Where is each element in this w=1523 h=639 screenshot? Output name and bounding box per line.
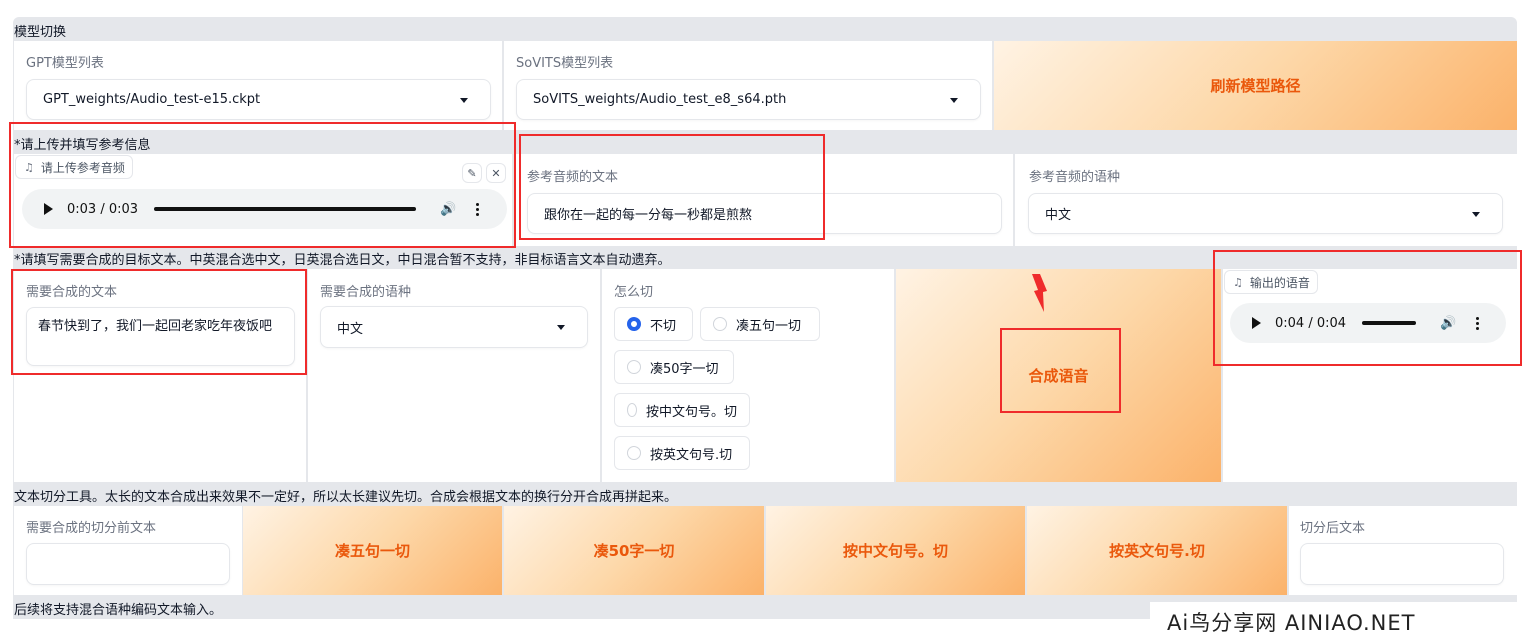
- cut-option-label: 不切: [650, 318, 677, 334]
- split-cn-period-button[interactable]: 按中文句号。切: [766, 506, 1025, 595]
- cut-option-label: 凑50字一切: [650, 361, 719, 377]
- target-lang-label: 需要合成的语种: [320, 285, 412, 300]
- radio-selected-icon: [627, 317, 641, 331]
- target-title: *请填写需要合成的目标文本。中英混合选中文，日英混合选日文，中日混合暂不支持，非…: [14, 253, 671, 268]
- highlight-box-output-audio: [1213, 250, 1522, 366]
- reference-lang-panel: 参考音频的语种 中文: [1015, 154, 1517, 246]
- cut-option-none[interactable]: 不切: [614, 307, 693, 341]
- sovits-model-panel: SoVITS模型列表 SoVITS_weights/Audio_test_e8_…: [504, 41, 992, 130]
- chevron-down-icon: [557, 325, 565, 330]
- split-after-panel: 切分后文本: [1289, 506, 1517, 595]
- sovits-model-dropdown[interactable]: SoVITS_weights/Audio_test_e8_s64.pth: [516, 79, 981, 120]
- model-switch-title: 模型切换: [14, 25, 67, 40]
- cut-option-label: 按英文句号.切: [650, 447, 733, 463]
- reference-lang-dropdown[interactable]: 中文: [1028, 193, 1503, 234]
- split-after-input[interactable]: [1300, 543, 1504, 585]
- cut-option-label: 按中文句号。切: [645, 404, 737, 420]
- red-arrow-icon: [1032, 274, 1047, 312]
- radio-icon: [627, 360, 641, 374]
- reference-lang-value: 中文: [1045, 208, 1072, 223]
- watermark: Ai鸟分享网 AINIAO.NET: [1167, 611, 1416, 635]
- target-lang-panel: 需要合成的语种 中文: [308, 269, 600, 482]
- cut-option-label: 凑五句一切: [736, 318, 802, 334]
- highlight-box-target-text: [11, 269, 307, 375]
- chevron-down-icon: [1472, 211, 1480, 217]
- cut-method-label: 怎么切: [614, 285, 654, 300]
- cut-option-en-period[interactable]: 按英文句号.切: [614, 436, 750, 470]
- highlight-box-reference-audio: [9, 122, 516, 248]
- radio-icon: [627, 403, 637, 417]
- radio-icon: [713, 317, 727, 331]
- cut-option-cn-period[interactable]: 按中文句号。切: [614, 393, 750, 427]
- sovits-model-value: SoVITS_weights/Audio_test_e8_s64.pth: [533, 92, 787, 107]
- chevron-down-icon: [950, 97, 958, 103]
- gpt-model-panel: GPT模型列表 GPT_weights/Audio_test-e15.ckpt: [14, 41, 502, 130]
- cut-option-fifty-chars[interactable]: 凑50字一切: [614, 350, 734, 384]
- gpt-model-label: GPT模型列表: [26, 56, 104, 71]
- sovits-model-label: SoVITS模型列表: [516, 56, 614, 71]
- split-before-label: 需要合成的切分前文本: [26, 521, 157, 536]
- gpt-model-value: GPT_weights/Audio_test-e15.ckpt: [43, 92, 261, 107]
- chevron-down-icon: [460, 97, 468, 103]
- reference-lang-label: 参考音频的语种: [1029, 170, 1121, 185]
- radio-icon: [627, 446, 641, 460]
- split-before-input[interactable]: [26, 543, 230, 585]
- target-lang-value: 中文: [337, 321, 364, 337]
- target-lang-dropdown[interactable]: 中文: [320, 306, 588, 348]
- gpt-model-dropdown[interactable]: GPT_weights/Audio_test-e15.ckpt: [26, 79, 491, 120]
- highlight-box-reference-text: [519, 134, 825, 240]
- split-fifty-chars-button[interactable]: 凑50字一切: [504, 506, 764, 595]
- split-en-period-button[interactable]: 按英文句号.切: [1027, 506, 1287, 595]
- refresh-models-button[interactable]: 刷新模型路径: [994, 41, 1517, 130]
- split-after-label: 切分后文本: [1300, 521, 1366, 536]
- split-before-panel: 需要合成的切分前文本: [14, 506, 242, 595]
- split-five-sentences-button[interactable]: 凑五句一切: [243, 506, 502, 595]
- split-tool-title: 文本切分工具。太长的文本合成出来效果不一定好，所以太长建议先切。合成会根据文本的…: [14, 490, 678, 505]
- highlight-box-synthesize: [1000, 328, 1121, 413]
- cut-option-five-sentences[interactable]: 凑五句一切: [700, 307, 820, 341]
- cut-method-panel: 怎么切 不切 凑五句一切 凑50字一切 按中文句号。切 按英文句号.切: [602, 269, 894, 482]
- footer-note: 后续将支持混合语种编码文本输入。: [14, 603, 223, 618]
